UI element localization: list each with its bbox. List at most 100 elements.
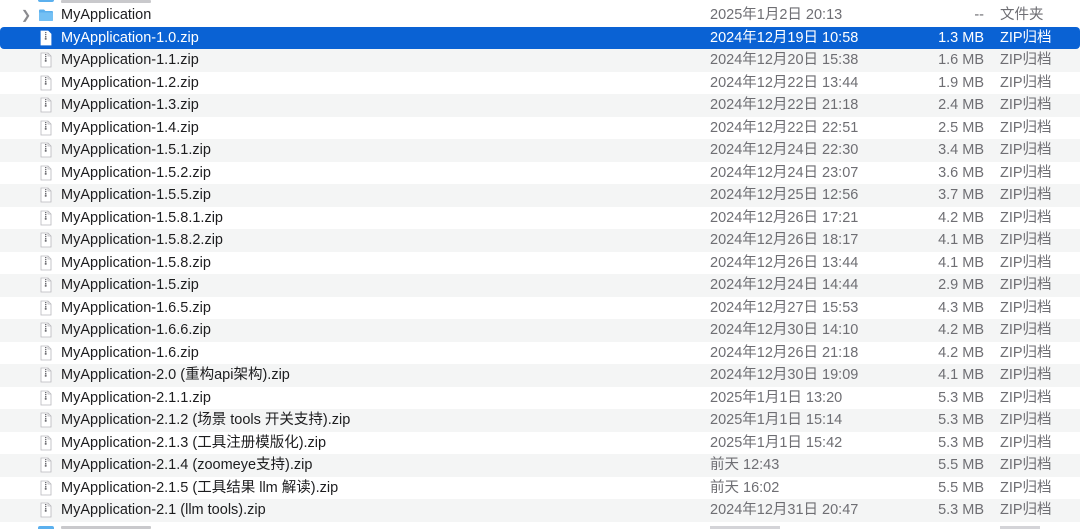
file-row[interactable]: MyApplication-1.5.1.zip 2024年12月24日 22:30… xyxy=(0,139,1080,162)
zip-file-icon xyxy=(40,300,52,315)
zip-file-icon xyxy=(40,232,52,248)
file-row[interactable]: MyApplication-1.4.zip 2024年12月22日 22:51 2.… xyxy=(0,117,1080,140)
file-name: MyApplication-1.5.8.zip xyxy=(61,254,211,271)
file-date: 2024年12月19日 10:58 xyxy=(710,29,859,46)
file-date: 2024年12月22日 22:51 xyxy=(710,119,859,136)
file-date: 2024年12月24日 14:44 xyxy=(710,277,859,293)
file-name: MyApplication-1.6.6.zip xyxy=(61,322,211,338)
file-size: 5.5 MB xyxy=(938,479,984,496)
chevron-right-icon[interactable]: ❯ xyxy=(19,4,33,27)
file-size: 2.9 MB xyxy=(938,277,984,293)
file-size: 5.3 MB xyxy=(938,389,984,406)
file-size: 4.2 MB xyxy=(938,344,984,361)
folder-name: MyApplication xyxy=(61,7,152,23)
file-date: 前天 16:02 xyxy=(710,479,780,496)
file-name: MyApplication-1.5.8.1.zip xyxy=(61,209,223,226)
file-name: MyApplication-2.0 (重构api架构).zip xyxy=(61,367,290,383)
file-date: 2024年12月26日 17:21 xyxy=(710,209,859,226)
file-size: 3.6 MB xyxy=(938,164,984,181)
file-list: ❯ MyApplication 2025年1月2日 20:13 -- 文件夹 M… xyxy=(0,4,1080,522)
file-name: MyApplication-1.6.zip xyxy=(61,344,199,361)
file-size: 5.3 MB xyxy=(938,412,984,428)
file-date: 2025年1月1日 15:42 xyxy=(710,434,843,451)
file-name: MyApplication-1.5.8.2.zip xyxy=(61,232,223,248)
file-date: 2024年12月26日 21:18 xyxy=(710,344,859,361)
file-row[interactable]: MyApplication-1.5.2.zip 2024年12月24日 23:07… xyxy=(0,162,1080,185)
zip-file-icon xyxy=(40,75,52,90)
zip-file-icon xyxy=(40,210,52,225)
file-date: 2025年1月1日 15:14 xyxy=(710,412,843,428)
partial-row-text xyxy=(61,0,151,3)
file-name: MyApplication-2.1.5 (工具结果 llm 解读).zip xyxy=(61,479,339,496)
file-row[interactable]: MyApplication-2.1.3 (工具注册模版化).zip 2025年1月… xyxy=(0,432,1080,455)
zip-file-icon xyxy=(40,120,52,135)
zip-file-icon xyxy=(40,322,52,338)
file-kind: ZIP归档 xyxy=(1000,209,1052,226)
file-size: 4.1 MB xyxy=(938,232,984,248)
file-kind: ZIP归档 xyxy=(1000,97,1052,113)
file-kind: ZIP归档 xyxy=(1000,52,1052,68)
zip-file-icon xyxy=(40,502,52,518)
file-name: MyApplication-1.4.zip xyxy=(61,119,199,136)
zip-file-icon xyxy=(40,435,52,450)
file-row[interactable]: MyApplication-2.1.1.zip 2025年1月1日 13:20 5.… xyxy=(0,387,1080,410)
zip-file-icon xyxy=(40,52,52,68)
file-size: 1.9 MB xyxy=(938,74,984,91)
file-name: MyApplication-2.1.3 (工具注册模版化).zip xyxy=(61,434,327,451)
file-date: 2024年12月24日 23:07 xyxy=(710,164,859,181)
file-row[interactable]: MyApplication-1.5.zip 2024年12月24日 14:44 2.… xyxy=(0,274,1080,297)
file-size: 4.3 MB xyxy=(938,299,984,316)
file-date: 2024年12月30日 14:10 xyxy=(710,322,859,338)
file-size: 5.3 MB xyxy=(938,434,984,451)
file-row[interactable]: MyApplication-2.0 (重构api架构).zip 2024年12月3… xyxy=(0,364,1080,387)
file-kind: ZIP归档 xyxy=(1000,434,1052,451)
file-name: MyApplication-1.5.zip xyxy=(61,277,199,293)
file-date: 2024年12月24日 22:30 xyxy=(710,142,859,158)
zip-file-icon xyxy=(40,480,52,495)
file-row[interactable]: MyApplication-1.0.zip 2024年12月19日 10:58 1.… xyxy=(0,26,1080,49)
file-date: 2024年12月20日 15:38 xyxy=(710,52,859,68)
file-name: MyApplication-2.1.2 (场景 tools 开关支持).zip xyxy=(61,412,351,428)
file-kind: ZIP归档 xyxy=(1000,119,1052,136)
file-row[interactable]: MyApplication-1.6.6.zip 2024年12月30日 14:10… xyxy=(0,319,1080,342)
file-row[interactable]: MyApplication-1.1.zip 2024年12月20日 15:38 1.… xyxy=(0,49,1080,72)
zip-file-icon xyxy=(40,97,52,113)
file-name: MyApplication-1.2.zip xyxy=(61,74,199,91)
file-name: MyApplication-1.3.zip xyxy=(61,97,199,113)
file-size: 2.4 MB xyxy=(938,97,984,113)
file-row[interactable]: MyApplication-1.6.5.zip 2024年12月27日 15:53… xyxy=(0,297,1080,320)
file-date: 2024年12月22日 21:18 xyxy=(710,97,859,113)
file-row[interactable]: MyApplication-2.1.2 (场景 tools 开关支持).zip 2… xyxy=(0,409,1080,432)
zip-file-icon xyxy=(40,142,52,158)
zip-file-icon xyxy=(40,390,52,405)
folder-row[interactable]: ❯ MyApplication 2025年1月2日 20:13 -- 文件夹 xyxy=(0,4,1080,27)
zip-file-icon xyxy=(40,457,52,473)
file-kind: ZIP归档 xyxy=(1000,502,1052,518)
file-rows: MyApplication-1.0.zip 2024年12月19日 10:58 1.… xyxy=(0,26,1080,522)
file-kind: ZIP归档 xyxy=(1000,187,1052,203)
file-size: 3.7 MB xyxy=(938,187,984,203)
file-row[interactable]: MyApplication-1.3.zip 2024年12月22日 21:18 2.… xyxy=(0,94,1080,117)
file-row[interactable]: MyApplication-1.6.zip 2024年12月26日 21:18 4.… xyxy=(0,342,1080,365)
file-date: 2024年12月22日 13:44 xyxy=(710,74,859,91)
file-date: 2024年12月26日 18:17 xyxy=(710,232,859,248)
file-name: MyApplication-1.1.zip xyxy=(61,52,199,68)
file-row[interactable]: MyApplication-2.1 (llm tools).zip 2024年12… xyxy=(0,499,1080,522)
zip-file-icon xyxy=(40,30,52,45)
file-row[interactable]: MyApplication-2.1.5 (工具结果 llm 解读).zip 前天 … xyxy=(0,477,1080,500)
file-name: MyApplication-1.5.1.zip xyxy=(61,142,211,158)
file-row[interactable]: MyApplication-1.5.8.1.zip 2024年12月26日 17:… xyxy=(0,207,1080,230)
file-kind: ZIP归档 xyxy=(1000,479,1052,496)
file-row[interactable]: MyApplication-1.5.8.2.zip 2024年12月26日 18:… xyxy=(0,229,1080,252)
file-name: MyApplication-1.6.5.zip xyxy=(61,299,211,316)
file-row[interactable]: MyApplication-1.5.5.zip 2024年12月25日 12:56… xyxy=(0,184,1080,207)
file-date: 2025年1月1日 13:20 xyxy=(710,389,843,406)
partial-row-below xyxy=(0,525,1080,529)
file-kind: ZIP归档 xyxy=(1000,367,1052,383)
file-name: MyApplication-2.1.1.zip xyxy=(61,389,211,406)
file-row[interactable]: MyApplication-1.5.8.zip 2024年12月26日 13:44… xyxy=(0,252,1080,275)
file-row[interactable]: MyApplication-2.1.4 (zoomeye支持).zip 前天 12… xyxy=(0,454,1080,477)
file-size: 5.3 MB xyxy=(938,502,984,518)
file-kind: ZIP归档 xyxy=(1000,322,1052,338)
file-row[interactable]: MyApplication-1.2.zip 2024年12月22日 13:44 1.… xyxy=(0,72,1080,95)
